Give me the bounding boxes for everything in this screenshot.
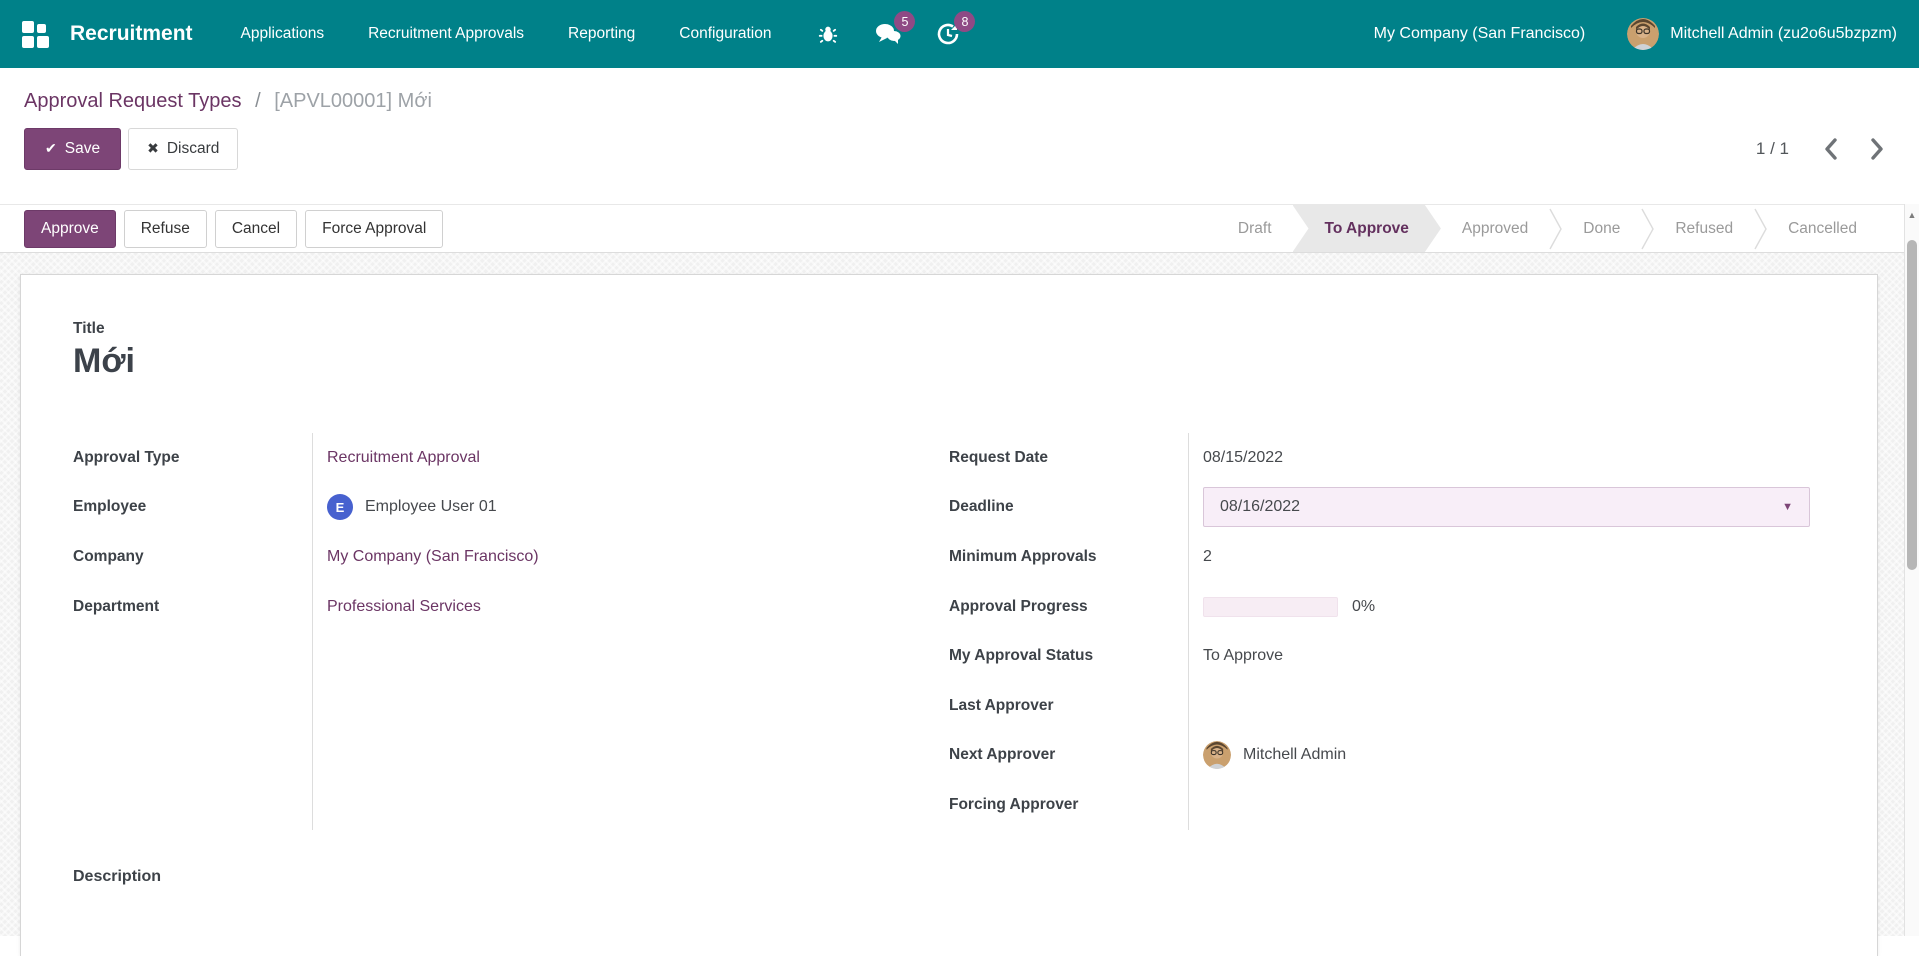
stage-chevron-icon	[1641, 208, 1654, 250]
next-approver-label: Next Approver	[949, 746, 1055, 764]
statusbar: Draft To Approve Approved Done Refused C…	[1217, 205, 1878, 252]
scrollbar-thumb[interactable]	[1907, 240, 1917, 570]
form-header: Approve Refuse Cancel Force Approval Dra…	[0, 204, 1919, 253]
description-label: Description	[73, 868, 1825, 886]
user-avatar	[1627, 18, 1659, 50]
activities-clock-icon[interactable]: 8	[933, 19, 963, 49]
breadcrumb-current: [APVL00001] Mới	[274, 90, 432, 112]
control-panel: Approval Request Types / [APVL00001] Mới…	[0, 68, 1919, 204]
debug-bug-icon[interactable]	[813, 19, 843, 49]
messages-count-badge: 5	[894, 11, 915, 32]
deadline-date-input[interactable]: 08/16/2022 ▼	[1203, 487, 1810, 527]
company-label: Company	[73, 548, 144, 566]
left-field-group: Approval Type Employee Company Departmen…	[73, 433, 949, 830]
breadcrumb-parent-link[interactable]: Approval Request Types	[24, 90, 242, 112]
approval-progress-value: 0%	[1352, 598, 1375, 616]
department-value-link[interactable]: Professional Services	[327, 598, 481, 616]
department-label: Department	[73, 598, 159, 616]
app-name[interactable]: Recruitment	[70, 22, 193, 46]
top-menu: Applications Recruitment Approvals Repor…	[241, 25, 772, 43]
save-button[interactable]: ✔Save	[24, 128, 121, 170]
user-menu[interactable]: Mitchell Admin (zu2o6u5bzpzm)	[1627, 18, 1897, 50]
menu-reporting[interactable]: Reporting	[568, 25, 635, 43]
approval-progress-bar: 0%	[1203, 597, 1375, 617]
stage-refused[interactable]: Refused	[1654, 205, 1754, 252]
force-approval-button[interactable]: Force Approval	[305, 210, 443, 248]
check-icon: ✔	[45, 140, 57, 156]
minimum-approvals-value[interactable]: 2	[1203, 548, 1212, 566]
stage-cancelled[interactable]: Cancelled	[1767, 205, 1878, 252]
stage-done[interactable]: Done	[1562, 205, 1641, 252]
form-sheet: Title Mới Approval Type Employee Company…	[20, 274, 1878, 956]
deadline-label: Deadline	[949, 498, 1014, 516]
activities-count-badge: 8	[954, 11, 975, 32]
record-title[interactable]: Mới	[73, 339, 1825, 383]
last-approver-label: Last Approver	[949, 697, 1054, 715]
company-value-link[interactable]: My Company (San Francisco)	[327, 548, 539, 566]
stage-chevron-icon	[1549, 208, 1562, 250]
description-textarea[interactable]	[73, 886, 1825, 946]
discard-button[interactable]: ✖Discard	[128, 128, 238, 170]
request-date-label: Request Date	[949, 449, 1048, 467]
my-approval-status-label: My Approval Status	[949, 647, 1093, 665]
my-approval-status-value: To Approve	[1203, 647, 1283, 665]
menu-configuration[interactable]: Configuration	[679, 25, 771, 43]
title-field-label: Title	[73, 319, 1825, 339]
menu-applications[interactable]: Applications	[241, 25, 325, 43]
cross-icon: ✖	[147, 140, 159, 156]
next-approver-value[interactable]: Mitchell Admin	[1243, 746, 1346, 764]
employee-value[interactable]: Employee User 01	[365, 498, 497, 516]
approval-progress-label: Approval Progress	[949, 598, 1088, 616]
right-field-group: Request Date Deadline Minimum Approvals …	[949, 433, 1825, 830]
user-name: Mitchell Admin (zu2o6u5bzpzm)	[1670, 25, 1897, 43]
minimum-approvals-label: Minimum Approvals	[949, 548, 1097, 566]
next-approver-avatar	[1203, 741, 1231, 769]
top-navbar: Recruitment Applications Recruitment App…	[0, 0, 1919, 68]
employee-avatar: E	[327, 494, 353, 520]
scroll-up-arrow-icon[interactable]: ▲	[1905, 204, 1919, 225]
vertical-scrollbar[interactable]: ▲	[1904, 204, 1919, 936]
breadcrumb-separator: /	[255, 90, 261, 112]
employee-label: Employee	[73, 498, 146, 516]
pager-next-icon[interactable]	[1869, 138, 1885, 160]
pager-counter: 1 / 1	[1756, 139, 1789, 159]
cancel-button[interactable]: Cancel	[215, 210, 297, 248]
approval-type-value-link[interactable]: Recruitment Approval	[327, 449, 480, 467]
chevron-down-icon: ▼	[1782, 501, 1793, 513]
approval-type-label: Approval Type	[73, 449, 180, 467]
menu-recruitment-approvals[interactable]: Recruitment Approvals	[368, 25, 524, 43]
breadcrumb: Approval Request Types / [APVL00001] Mới	[24, 86, 1919, 116]
forcing-approver-label: Forcing Approver	[949, 796, 1078, 814]
stage-chevron-icon	[1754, 208, 1767, 250]
progress-track	[1203, 597, 1338, 617]
content-area: Title Mới Approval Type Employee Company…	[0, 253, 1919, 936]
refuse-button[interactable]: Refuse	[124, 210, 207, 248]
apps-menu-icon[interactable]	[22, 21, 48, 47]
request-date-value[interactable]: 08/15/2022	[1203, 449, 1283, 467]
stage-draft[interactable]: Draft	[1217, 205, 1293, 252]
approve-button[interactable]: Approve	[24, 210, 116, 248]
stage-to-approve-active[interactable]: To Approve	[1293, 205, 1441, 252]
pager-previous-icon[interactable]	[1823, 138, 1839, 160]
stage-approved[interactable]: Approved	[1441, 205, 1549, 252]
messages-icon[interactable]: 5	[873, 19, 903, 49]
company-switcher[interactable]: My Company (San Francisco)	[1374, 25, 1586, 43]
